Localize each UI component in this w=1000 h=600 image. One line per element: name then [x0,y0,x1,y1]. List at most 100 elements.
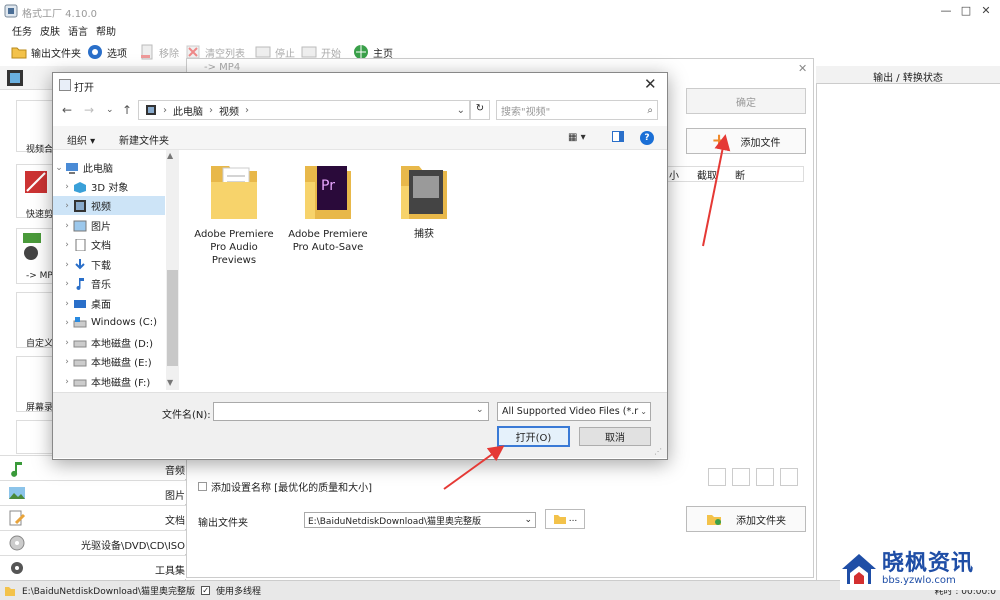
chevron-right-icon[interactable]: › [61,279,73,289]
chevron-right-icon[interactable]: › [61,240,73,250]
file-name: Adobe Premiere Pro Audio Previews [194,229,274,266]
picture-icon [9,487,25,499]
breadcrumb-separator-icon: › [209,104,213,116]
tree-item-documents[interactable]: › 文档 [53,235,165,254]
tile-quick-clip-label: 快速剪 [26,210,54,220]
chevron-down-icon: ⌄ [640,407,647,416]
up-arrow-icon[interactable]: ↑ [122,103,132,117]
chevron-right-icon[interactable]: › [61,338,73,348]
chevron-right-icon[interactable]: › [61,201,73,211]
chevron-right-icon[interactable]: › [61,318,73,328]
file-item[interactable]: 捕获 [378,160,470,241]
add-folder-button[interactable]: 添加文件夹 [686,506,806,532]
filename-dropdown-icon[interactable]: ⌄ [476,405,484,415]
status-path[interactable]: E:\BaiduNetdiskDownload\猫里奥完整版 [22,584,195,597]
chevron-right-icon[interactable]: › [61,260,73,270]
tree-scroll-thumb[interactable] [167,270,178,366]
minimize-icon[interactable]: — [936,4,956,17]
tile-custom-label: 自定义 [26,339,54,349]
search-placeholder: 搜索"视频" [501,106,551,118]
tile-more[interactable] [16,420,56,454]
file-list-header: 小 截取 断 [664,166,804,182]
remove-button[interactable]: 移除 [138,42,179,62]
recent-chevron-icon[interactable]: ⌄ [106,105,114,115]
organize-menu[interactable]: 组织 ▾ [67,132,95,147]
menu-language[interactable]: 语言 [68,23,88,38]
tree-item-music[interactable]: › 音乐 [53,274,165,293]
menu-task[interactable]: 任务 [12,23,32,38]
help-icon[interactable]: ? [640,131,654,145]
folder-premiere-icon: Pr [305,166,351,219]
tree-item-this-pc[interactable]: ⌄ 此电脑 [53,158,165,177]
list-remove-icon[interactable] [708,468,726,486]
cancel-button[interactable]: 取消 [579,427,651,446]
multithread-checkbox[interactable]: ✓ [201,586,211,595]
breadcrumb-this-pc[interactable]: 此电脑 [173,103,203,118]
add-setting-checkbox[interactable] [198,482,207,491]
chevron-right-icon[interactable]: › [61,299,73,309]
file-item[interactable]: Pr Adobe Premiere Pro Auto-Save [282,160,374,254]
back-arrow-icon[interactable]: ← [62,103,72,117]
tree-item-videos[interactable]: › 视频 [53,196,165,215]
scroll-down-icon[interactable]: ▼ [167,378,173,387]
add-setting-name-row[interactable]: 添加设置名称 [最优化的质量和大小] [198,479,372,494]
app-logo-icon [4,4,18,18]
confirm-button[interactable]: 确定 [686,88,806,114]
resize-grip-icon[interactable]: ⋰ [654,447,662,456]
menu-skin[interactable]: 皮肤 [40,23,60,38]
column-clip[interactable]: 截取 [697,167,717,182]
category-image-label: 图片 [165,491,185,502]
tree-item-drive-e[interactable]: › 本地磁盘 (E:) [53,352,165,371]
watermark: 晓枫资讯 bbs.yzwlo.com [840,548,1000,590]
tree-item-drive-d[interactable]: › 本地磁盘 (D:) [53,333,165,352]
menu-help[interactable]: 帮助 [96,23,116,38]
music-note-icon [73,277,87,290]
options-button[interactable]: 选项 [86,42,127,62]
download-arrow-icon [73,258,87,271]
output-folder-button[interactable]: 输出文件夹 [10,42,81,62]
scroll-up-icon[interactable]: ▲ [167,151,173,160]
output-folder-select[interactable]: E:\BaiduNetdiskDownload\猫里奥完整版 ⌄ [304,512,536,528]
windows-drive-icon [73,316,87,329]
forward-arrow-icon[interactable]: → [84,103,94,117]
open-button[interactable]: 打开(O) [497,426,570,447]
app-title: 格式工厂 4.10.0 [22,9,97,20]
add-file-button[interactable]: + 添加文件 [686,128,806,154]
list-preview-icon[interactable] [780,468,798,486]
chevron-right-icon[interactable]: › [61,357,73,367]
tree-item-downloads[interactable]: › 下载 [53,255,165,274]
breadcrumb-videos[interactable]: 视频 [219,103,239,118]
chevron-right-icon[interactable]: › [61,377,73,387]
refresh-icon[interactable]: ↻ [470,100,490,120]
file-item[interactable]: Adobe Premiere Pro Audio Previews [188,160,280,267]
chevron-right-icon[interactable]: › [61,182,73,192]
address-dropdown-icon[interactable]: ⌄ [457,105,465,116]
search-input[interactable]: 搜索"视频" ⌕ [496,100,658,120]
tree-item-3d-objects[interactable]: › 3D 对象 [53,177,165,196]
browse-folder-button[interactable]: ... [545,509,585,529]
convert-panel-close-icon[interactable]: ✕ [798,62,807,75]
picture-folder-icon [73,220,87,232]
close-window-icon[interactable]: ✕ [976,4,996,17]
list-clear-icon[interactable] [732,468,750,486]
view-options-icon[interactable]: ▦ ▾ [568,132,586,143]
preview-pane-icon[interactable] [612,131,624,142]
tree-item-drive-f[interactable]: › 本地磁盘 (F:) [53,372,165,390]
tree-item-drive-c[interactable]: › Windows (C:) [53,313,165,332]
category-tools-label: 工具集 [155,566,185,577]
list-delete-icon[interactable] [756,468,774,486]
chevron-down-icon[interactable]: ⌄ [53,163,65,173]
chevron-right-icon[interactable]: › [61,221,73,231]
dialog-close-icon[interactable]: ✕ [644,75,657,93]
column-segment[interactable]: 断 [735,167,745,182]
maximize-icon[interactable]: □ [956,4,976,17]
music-note-icon [11,462,22,477]
filename-input[interactable] [213,402,489,421]
tree-item-desktop[interactable]: › 桌面 [53,294,165,313]
filetype-select[interactable]: All Supported Video Files (*.r ⌄ [497,402,651,421]
column-size[interactable]: 小 [669,167,679,182]
new-folder-button[interactable]: 新建文件夹 [119,132,169,147]
watermark-url: bbs.yzwlo.com [882,574,956,586]
address-bar[interactable]: › 此电脑 › 视频 › ⌄ [138,100,470,120]
tree-item-pictures[interactable]: › 图片 [53,216,165,235]
